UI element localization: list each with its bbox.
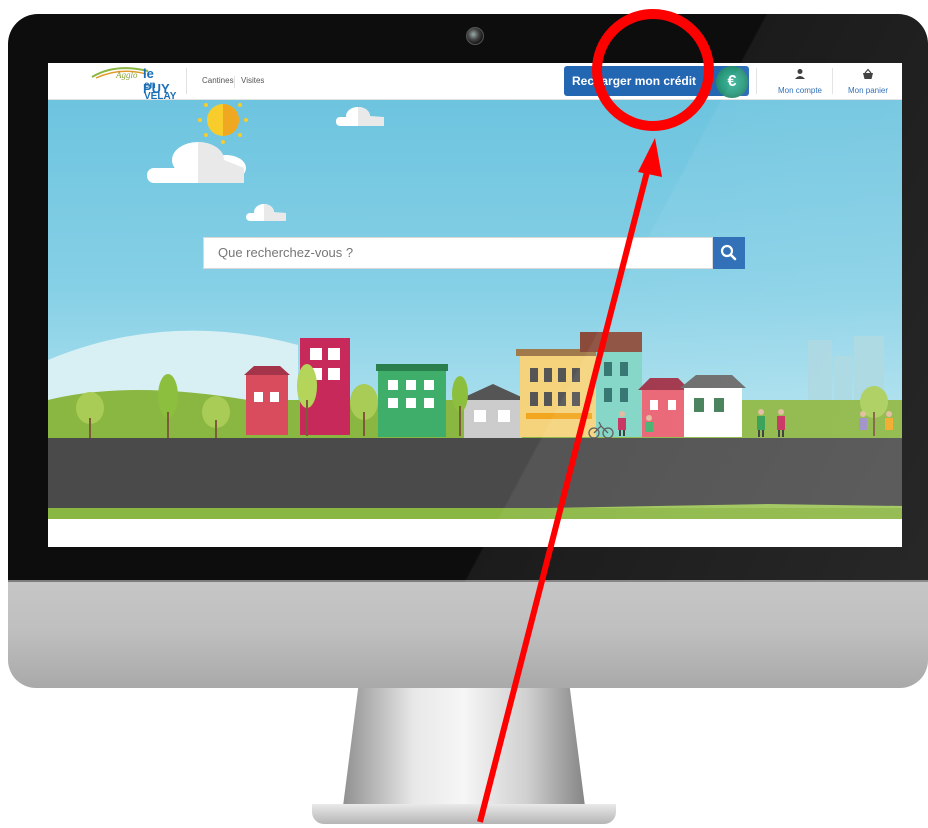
building [376,364,448,437]
road [48,438,902,508]
grass-strip [48,508,902,519]
person-icon [885,411,893,430]
person-icon [645,415,653,432]
nav-divider [234,76,235,88]
header-divider [186,68,187,94]
hero-banner: Que recherchez-vous ? [48,100,902,519]
building [516,349,600,437]
monitor-stand-neck [343,688,585,806]
site-logo[interactable]: Agglo le PUY en VELAY [86,65,176,102]
search-placeholder: Que recherchez-vous ? [218,245,354,260]
cloud-icon [336,107,384,126]
page-content-area [48,519,902,547]
cloud-icon [246,204,286,221]
cart-label: Mon panier [847,86,889,95]
euro-symbol: € [727,73,737,90]
nav-link-visites[interactable]: Visites [241,76,264,85]
search-button[interactable] [713,237,745,269]
site-header: Agglo le PUY en VELAY Cantines Visites R… [48,63,902,102]
building [244,366,290,435]
town-illustration [48,103,902,519]
logo-sub-text: en VELAY [144,80,177,102]
euro-coin-icon[interactable]: € [716,66,748,98]
building [680,375,746,437]
account-link[interactable]: Mon compte [775,67,825,95]
header-divider [832,68,833,94]
account-label: Mon compte [777,86,823,95]
logo-small-text: Agglo [116,70,138,80]
nav-link-cantines[interactable]: Cantines [202,76,234,85]
header-divider [756,68,757,94]
sun-icon [198,103,248,144]
search-input[interactable]: Que recherchez-vous ? [203,237,713,269]
person-icon [859,411,867,430]
screen: Agglo le PUY en VELAY Cantines Visites R… [48,63,902,547]
search-icon [720,244,737,261]
user-icon [795,69,805,79]
cloud-icon [147,142,246,183]
monitor-chin-divider [8,580,928,582]
monitor-stand-foot [312,804,616,824]
cart-link[interactable]: Mon panier [843,67,893,95]
recharge-credit-label: Recharger mon crédit [572,74,697,88]
building [458,384,528,438]
basket-icon [863,68,873,79]
camera-icon [466,27,484,45]
